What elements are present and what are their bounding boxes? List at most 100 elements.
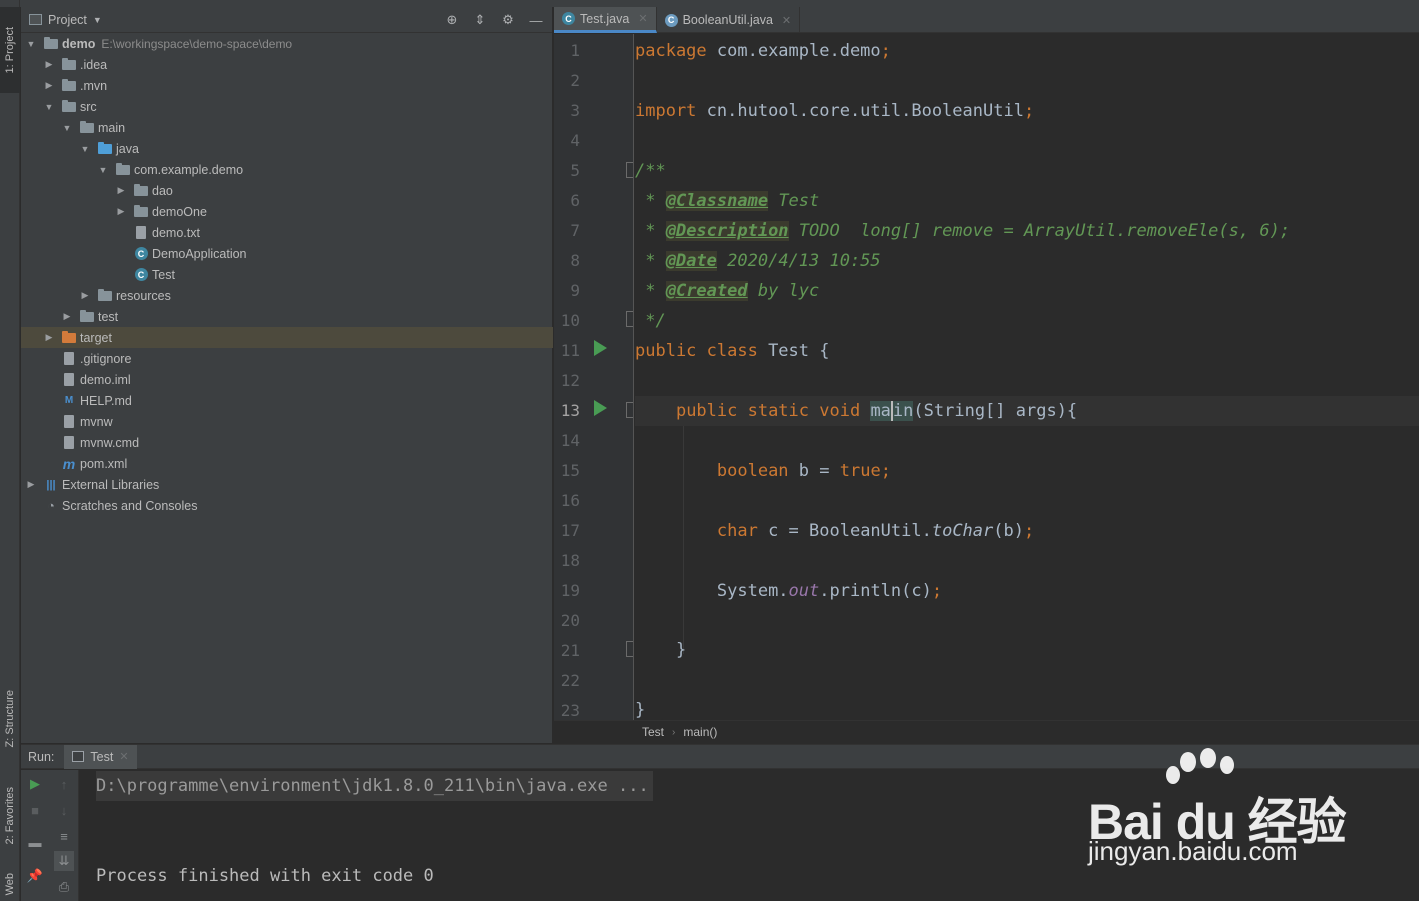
code-editor[interactable]: package com.example.demo; import cn.huto… <box>635 34 1419 720</box>
collapse-arrow-icon[interactable]: ▶ <box>61 311 73 323</box>
tree-item[interactable]: demo.txt <box>21 222 553 243</box>
expand-arrow-icon[interactable]: ▼ <box>43 101 55 113</box>
maven-icon: m <box>62 455 76 472</box>
tree-item[interactable]: ▼ main <box>21 117 553 138</box>
tree-item[interactable]: ▶ ||| External Libraries <box>21 474 553 495</box>
collapse-arrow-icon[interactable]: ▶ <box>43 59 55 71</box>
tree-item[interactable]: ▼ java <box>21 138 553 159</box>
tree-item[interactable]: ▼ com.example.demo <box>21 159 553 180</box>
package-icon <box>133 204 149 220</box>
tree-item[interactable]: ◔ Scratches and Consoles <box>21 495 553 516</box>
tree-item[interactable]: mvnw.cmd <box>21 432 553 453</box>
tree-item-label: dao <box>152 183 173 198</box>
tree-item[interactable]: ▶ dao <box>21 180 553 201</box>
tree-item[interactable]: ▼ src <box>21 96 553 117</box>
locate-file-icon[interactable]: ⊕ <box>444 12 460 28</box>
console-command-line[interactable]: D:\programme\environment\jdk1.8.0_211\bi… <box>96 771 653 801</box>
collapse-arrow-icon[interactable]: ▶ <box>115 185 127 197</box>
tree-item[interactable]: .gitignore <box>21 348 553 369</box>
tree-item-label: src <box>80 99 97 114</box>
tree-item[interactable]: ▶ demoOne <box>21 201 553 222</box>
tree-item[interactable]: ▶ target <box>21 327 553 348</box>
code-line-17: char c = BooleanUtil.toChar(b); <box>716 521 1035 541</box>
close-icon[interactable]: ✕ <box>782 14 791 27</box>
left-tool-stripe: 1: Project Z: Structure 2: Favorites Web <box>0 0 20 901</box>
tree-item-label: pom.xml <box>80 456 128 471</box>
expand-arrow-icon[interactable]: ▼ <box>25 38 37 50</box>
layout-icon[interactable]: ▬ <box>25 832 45 852</box>
expand-arrow-icon[interactable]: ▼ <box>61 122 73 134</box>
fold-icon[interactable] <box>626 311 633 327</box>
collapse-all-icon[interactable]: ⇕ <box>472 12 488 28</box>
tree-item-label: java <box>116 141 139 156</box>
folder-icon <box>79 120 95 136</box>
collapse-arrow-icon[interactable]: ▶ <box>115 206 127 218</box>
text-file-icon <box>61 435 77 451</box>
tree-item-label: Test <box>152 267 175 282</box>
breadcrumb-method[interactable]: main() <box>683 725 717 739</box>
scroll-to-end-icon[interactable]: ⇊ <box>54 851 74 871</box>
excluded-folder-icon <box>61 330 77 346</box>
tree-item[interactable]: M HELP.md <box>21 390 553 411</box>
fold-icon[interactable] <box>626 641 633 657</box>
tree-item[interactable]: ▶ resources <box>21 285 553 306</box>
run-class-icon[interactable] <box>594 340 607 356</box>
expand-arrow-icon[interactable]: ▼ <box>79 143 91 155</box>
tree-item-label: Scratches and Consoles <box>62 498 198 513</box>
tree-item[interactable]: C Test <box>21 264 553 285</box>
collapse-arrow-icon[interactable]: ▶ <box>79 290 91 302</box>
class-icon: C <box>133 267 149 283</box>
structure-tool-tab[interactable]: Z: Structure <box>0 676 20 762</box>
collapse-arrow-icon[interactable]: ▶ <box>43 332 55 344</box>
expand-arrow-icon[interactable]: ▼ <box>97 164 109 176</box>
tree-item[interactable]: demo.iml <box>21 369 553 390</box>
tree-item[interactable]: ▶ test <box>21 306 553 327</box>
run-tab-test[interactable]: Test ✕ <box>64 744 137 769</box>
collapse-arrow-icon[interactable]: ▶ <box>43 80 55 92</box>
tree-item[interactable]: mvnw <box>21 411 553 432</box>
baidu-jingyan-watermark: Bai du 经验 jingyan.baidu.com <box>1088 748 1348 872</box>
line-number: 2 <box>570 71 580 90</box>
folder-icon <box>61 57 77 73</box>
close-icon[interactable]: ✕ <box>638 12 647 25</box>
tree-item[interactable]: m pom.xml <box>21 453 553 474</box>
tree-item[interactable]: ▶ .idea <box>21 54 553 75</box>
arrow-up-icon[interactable]: ↑ <box>54 774 74 794</box>
tree-item[interactable]: ▼ demo E:\workingspace\demo-space\demo <box>21 33 553 54</box>
line-number: 11 <box>560 341 580 360</box>
tree-item[interactable]: ▶ .mvn <box>21 75 553 96</box>
tree-item-label: demo.txt <box>152 225 200 240</box>
print-icon[interactable]: ⎙ <box>54 877 74 897</box>
web-tool-tab[interactable]: Web <box>0 868 20 901</box>
favorites-tool-tab[interactable]: 2: Favorites <box>0 770 20 862</box>
close-icon[interactable]: ✕ <box>119 750 128 763</box>
tree-item[interactable]: C DemoApplication <box>21 243 553 264</box>
rerun-icon[interactable]: ▶ <box>25 774 45 794</box>
run-main-icon[interactable] <box>594 400 607 416</box>
collapse-arrow-icon[interactable]: ▶ <box>25 479 37 491</box>
hide-panel-icon[interactable]: — <box>528 12 544 28</box>
fold-icon[interactable] <box>626 162 633 178</box>
gear-icon[interactable]: ⚙ <box>500 12 516 28</box>
tree-item-label: demoOne <box>152 204 207 219</box>
code-line-3: import cn.hutool.core.util.BooleanUtil; <box>635 101 1035 121</box>
line-number: 4 <box>570 131 580 150</box>
tree-item-label: .idea <box>80 57 108 72</box>
stop-icon[interactable]: ■ <box>25 800 45 820</box>
breadcrumb-class[interactable]: Test <box>642 725 664 739</box>
resources-folder-icon <box>97 288 113 304</box>
project-tool-tab[interactable]: 1: Project <box>0 7 20 93</box>
arrow-down-icon[interactable]: ↓ <box>54 800 74 820</box>
run-config-icon <box>72 751 85 762</box>
code-line-13: public static void ma in(String[] args){ <box>635 396 1419 426</box>
fold-icon[interactable] <box>626 402 633 418</box>
line-number: 9 <box>570 281 580 300</box>
soft-wrap-icon[interactable]: ≡ <box>54 826 74 846</box>
tab-booleanutil-java[interactable]: C BooleanUtil.java ✕ <box>657 7 801 33</box>
project-view-selector[interactable]: Project ▼ <box>29 13 102 27</box>
pin-icon[interactable]: 📌 <box>25 866 45 886</box>
tab-test-java[interactable]: C Test.java ✕ <box>554 7 657 33</box>
